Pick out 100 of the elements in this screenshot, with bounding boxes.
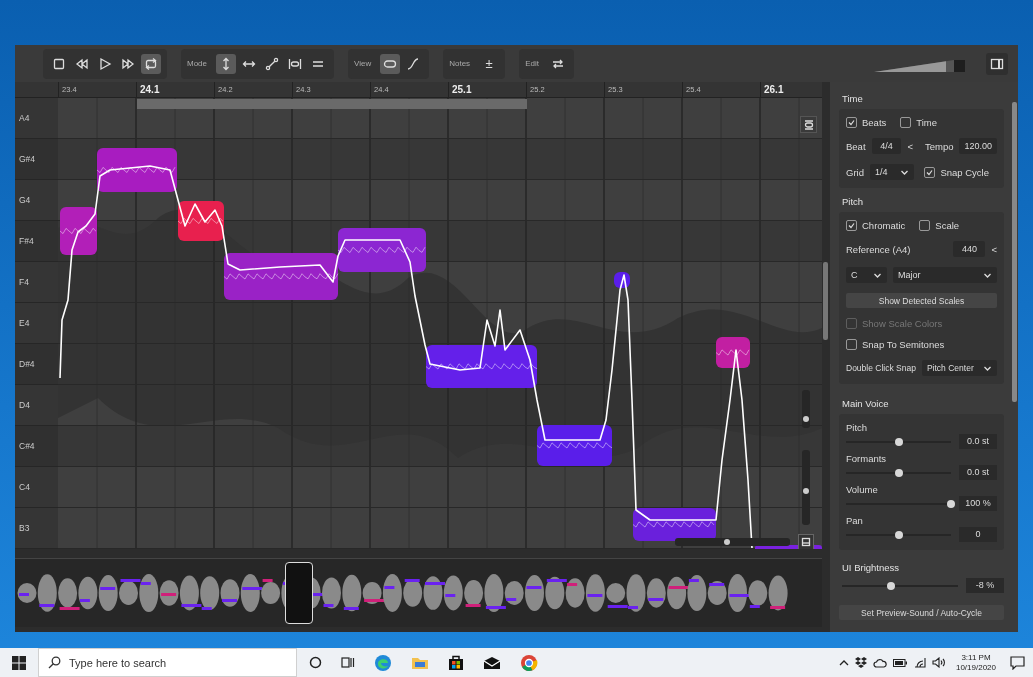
checkbox[interactable] — [846, 117, 857, 128]
checkbox-label: Scale — [935, 220, 960, 231]
circle-icon[interactable] — [309, 656, 322, 669]
speaker-icon[interactable] — [931, 657, 946, 668]
ruler-label: 24.1 — [140, 84, 160, 95]
vertical-zoom-slider[interactable] — [802, 390, 810, 428]
slider[interactable] — [842, 581, 958, 590]
checkbox[interactable] — [846, 220, 857, 231]
slider-thumb[interactable] — [803, 487, 809, 494]
scrollbar-thumb[interactable] — [823, 262, 828, 340]
grid-dropdown[interactable]: 1/4 — [869, 164, 915, 180]
note-blob[interactable] — [425, 345, 538, 388]
checkbox[interactable] — [924, 166, 936, 178]
value-field[interactable]: 0.0 st — [959, 465, 997, 480]
beat-field[interactable]: 4/4 — [871, 138, 902, 154]
stepper-button[interactable]: < — [991, 243, 997, 255]
checkbox-label: Show Scale Colors — [862, 318, 943, 329]
note-blob[interactable] — [536, 425, 613, 466]
slider-thumb[interactable] — [894, 437, 903, 446]
horizontal-zoom-slider[interactable] — [675, 538, 790, 546]
section-title: UI Brightness — [841, 561, 901, 575]
pitch-label: D4 — [18, 400, 30, 410]
slider-thumb[interactable] — [803, 416, 809, 423]
value-field[interactable]: -8 % — [966, 578, 1004, 593]
field-label: Grid — [846, 166, 864, 178]
checkbox[interactable] — [900, 117, 912, 128]
checkbox-label: Beats — [862, 117, 887, 128]
bracket-tool-icon — [288, 56, 302, 71]
note-blob[interactable] — [96, 148, 177, 192]
slider-thumb[interactable] — [886, 581, 895, 590]
chrome-icon[interactable] — [520, 653, 538, 672]
detect-scales-button[interactable]: Show Detected Scales — [846, 293, 997, 308]
field-label: Tempo — [924, 140, 954, 152]
note-blob[interactable] — [223, 253, 339, 300]
group-label: View — [354, 59, 372, 68]
ruler-label: 26.1 — [764, 84, 784, 95]
value-field[interactable]: 0.0 st — [959, 434, 997, 449]
slider-thumb[interactable] — [947, 499, 955, 508]
pitch-label: C4 — [18, 482, 30, 492]
note-blob[interactable] — [59, 207, 97, 255]
fit-view-button[interactable] — [800, 116, 817, 133]
vertical-zoom-slider[interactable] — [802, 450, 810, 525]
snap-dropdown[interactable]: Pitch Center — [921, 360, 997, 376]
chevron-down-icon — [983, 271, 992, 279]
section-title: Main Voice — [841, 397, 890, 411]
view-window-handle[interactable] — [285, 562, 313, 624]
wifi-icon[interactable] — [912, 657, 926, 668]
field-label: Reference (A4) — [846, 243, 912, 255]
notification-icon[interactable] — [1010, 655, 1025, 670]
slider-label: Pitch — [846, 422, 869, 433]
chevron-up-icon[interactable] — [838, 659, 849, 666]
key-dropdown[interactable]: C — [846, 267, 887, 283]
envelope-icon[interactable] — [483, 655, 501, 670]
line-tool-icon — [265, 56, 279, 71]
reference-field[interactable]: 440 — [953, 241, 986, 257]
tool-button[interactable] — [380, 53, 401, 74]
scrollbar-thumb[interactable] — [137, 99, 527, 109]
chevron-down-icon — [873, 271, 882, 279]
slider-thumb[interactable] — [894, 530, 903, 539]
slider-thumb[interactable] — [724, 539, 731, 545]
checkbox-label: Snap Cycle — [940, 166, 989, 178]
slider-label: Volume — [846, 484, 879, 495]
box-icon[interactable] — [854, 657, 867, 668]
panel-toggle-button[interactable] — [986, 52, 1008, 75]
slider[interactable] — [846, 468, 951, 477]
scale-dropdown[interactable]: Major — [893, 267, 997, 283]
slider[interactable] — [846, 437, 951, 446]
stepper-button[interactable]: < — [907, 140, 913, 152]
pitch-label: F#4 — [18, 236, 34, 246]
scrollbar-thumb[interactable] — [1012, 102, 1017, 402]
tempo-field[interactable]: 120.00 — [959, 138, 997, 154]
preview-sound-button[interactable]: Set Preview-Sound / Auto-Cycle — [839, 605, 1004, 620]
pitch-label: G4 — [18, 195, 31, 205]
task-view-icon[interactable] — [341, 656, 355, 669]
windows-logo-icon[interactable] — [12, 655, 26, 670]
tool-button[interactable] — [216, 53, 236, 74]
clock-date[interactable]: 10/19/2020 — [955, 662, 996, 673]
note-blob[interactable] — [715, 337, 750, 368]
search-field[interactable]: Type here to search — [38, 648, 297, 677]
pitch-label: F4 — [18, 277, 29, 287]
clock-time[interactable]: 3:11 PM — [961, 652, 991, 663]
checkbox-label: Snap To Semitones — [862, 339, 945, 350]
tool-button[interactable] — [141, 53, 161, 74]
slider-thumb[interactable] — [894, 468, 903, 477]
notes-button[interactable]: ± — [479, 53, 500, 74]
output-volume-slider[interactable] — [874, 57, 966, 70]
value-field[interactable]: 0 — [959, 527, 997, 542]
cloud-icon[interactable] — [872, 657, 887, 668]
shopping-bag-icon[interactable] — [448, 654, 464, 671]
side-panel-icon — [990, 56, 1004, 71]
value-field[interactable]: 100 % — [959, 496, 997, 511]
curve-view-icon — [406, 56, 421, 71]
chevron-down-icon — [983, 364, 992, 372]
panel-toggle-button[interactable] — [798, 534, 814, 549]
browser-icon[interactable] — [374, 653, 392, 672]
stop-icon — [52, 56, 66, 71]
checkbox[interactable] — [919, 220, 931, 231]
slider[interactable] — [846, 530, 951, 539]
slider-label: Formants — [846, 453, 888, 464]
checkbox[interactable] — [846, 339, 857, 350]
